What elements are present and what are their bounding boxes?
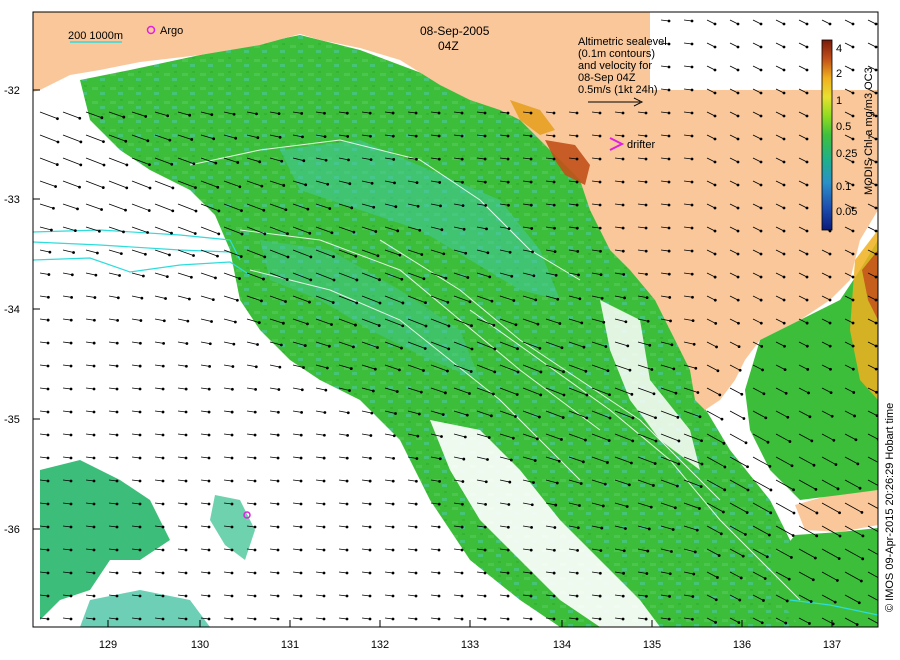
lat-tick: -35 xyxy=(4,414,20,426)
colorbar-title: MODIS Chl-a mg/m3 OC3 xyxy=(863,67,875,195)
lon-tick: 130 xyxy=(191,639,209,651)
altimetry-line: 0.5m/s (1kt 24h) xyxy=(578,84,657,96)
colorbar-tick: 0.05 xyxy=(836,206,857,218)
map-time: 04Z xyxy=(438,39,459,53)
lon-tick: 136 xyxy=(733,639,751,651)
colorbar-tick: 0.25 xyxy=(836,148,857,160)
lon-tick: 129 xyxy=(99,639,117,651)
lat-tick: -32 xyxy=(4,85,20,97)
argo-label: Argo xyxy=(160,25,183,37)
colorbar-tick: 0.5 xyxy=(836,121,851,133)
lat-tick: -34 xyxy=(4,304,20,316)
chlorophyll-map: -32 -33 -34 -35 -36 129 130 131 132 133 … xyxy=(4,11,896,651)
colorbar-tick: 2 xyxy=(836,68,842,80)
altimetry-line: and velocity for xyxy=(578,60,652,72)
altimetry-line: 08-Sep 04Z xyxy=(578,72,636,84)
lon-tick: 132 xyxy=(371,639,389,651)
lon-tick: 131 xyxy=(281,639,299,651)
altimetry-line: Altimetric sealevel xyxy=(578,36,667,48)
lon-tick: 133 xyxy=(461,639,479,651)
lat-tick: -33 xyxy=(4,194,20,206)
map-date: 08-Sep-2005 xyxy=(420,24,490,38)
lat-tick: -36 xyxy=(4,524,20,536)
colorbar-tick: 0.1 xyxy=(836,181,851,193)
colorbar-tick: 4 xyxy=(836,43,842,55)
plot-area xyxy=(33,12,878,627)
lon-tick: 135 xyxy=(643,639,661,651)
scale-legend: 200 1000m xyxy=(68,30,123,43)
colorbar-tick: 1 xyxy=(836,95,842,107)
credit-text: © IMOS 09-Apr-2015 20:26:29 Hobart time xyxy=(884,403,896,612)
lon-tick: 134 xyxy=(553,639,571,651)
drifter-label: drifter xyxy=(627,139,655,151)
lon-tick: 137 xyxy=(823,639,841,651)
altimetry-line: (0.1m contours) xyxy=(578,48,655,60)
scale-label: 200 1000m xyxy=(68,30,123,42)
